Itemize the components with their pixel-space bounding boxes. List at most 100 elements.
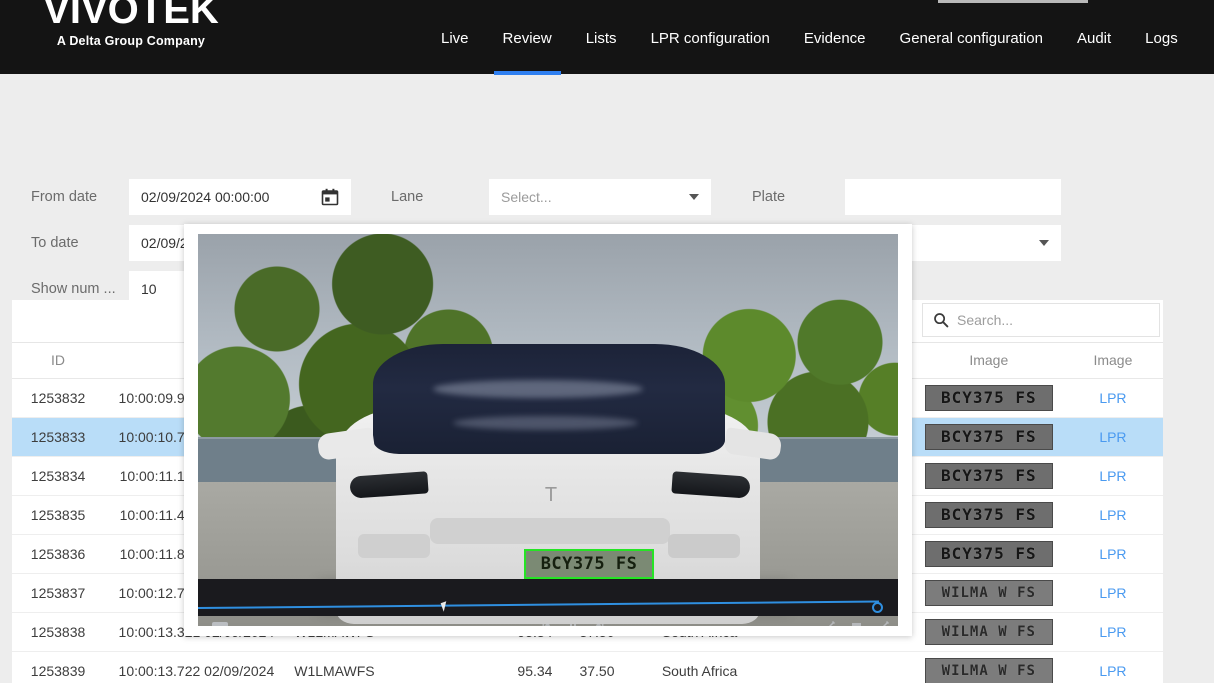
nav-item-general-configuration[interactable]: General configuration <box>883 30 1060 48</box>
image-viewer-modal[interactable]: T BCY375 FS <box>184 224 912 636</box>
plate-thumbnail-text: WILMA W FS <box>926 659 1052 683</box>
column-header-image-9[interactable]: Image <box>1063 343 1163 378</box>
cell-speed: 37.50 <box>562 651 624 683</box>
from-date-value: 02/09/2024 00:00:00 <box>141 188 321 206</box>
plate-thumbnail[interactable]: BCY375 FS <box>925 385 1053 411</box>
plate-thumbnail[interactable]: WILMA W FS <box>925 619 1053 645</box>
from-date-input[interactable]: 02/09/2024 00:00:00 <box>129 179 351 215</box>
cell-plate-image[interactable]: WILMA W FS <box>915 651 1063 683</box>
snapshot-icon[interactable] <box>823 620 836 626</box>
cell-id: 1253834 <box>12 456 104 495</box>
vehicle-emblem-icon: T <box>540 484 562 506</box>
plate-thumbnail-text: BCY375 FS <box>926 425 1052 449</box>
plate-thumbnail[interactable]: WILMA W FS <box>925 580 1053 606</box>
windshield <box>373 344 725 454</box>
cell-plate: W1LMAWFS <box>284 651 384 683</box>
cell-plate-image[interactable]: BCY375 FS <box>915 456 1063 495</box>
crop-icon[interactable] <box>850 620 863 626</box>
logo-wordmark: VIVOTEK <box>31 0 231 30</box>
table-search-input[interactable]: Search... <box>922 303 1160 337</box>
plate-thumbnail-text: BCY375 FS <box>926 542 1052 566</box>
column-header-id-0[interactable]: ID <box>12 343 104 378</box>
nav-item-lists[interactable]: Lists <box>569 30 634 48</box>
plate-label: Plate <box>752 188 785 206</box>
lpr-link[interactable]: LPR <box>1099 429 1126 445</box>
show-num-label: Show num ... <box>31 280 116 298</box>
top-navigation-bar: VIVOTEK A Delta Group Company LiveReview… <box>0 0 1214 74</box>
cell-lane <box>384 651 462 683</box>
plate-thumbnail-text: BCY375 FS <box>926 464 1052 488</box>
step-forward-icon[interactable] <box>594 622 604 626</box>
lpr-link[interactable]: LPR <box>1099 507 1126 523</box>
cell-lpr-link[interactable]: LPR <box>1063 456 1163 495</box>
cell-plate-image[interactable]: BCY375 FS <box>915 417 1063 456</box>
lane-placeholder: Select... <box>501 188 689 206</box>
video-progress-bar[interactable] <box>198 606 898 609</box>
pause-icon[interactable] <box>568 622 578 626</box>
nav-item-review[interactable]: Review <box>486 30 569 48</box>
plate-thumbnail-text: BCY375 FS <box>926 503 1052 527</box>
fullscreen-icon[interactable] <box>877 620 890 626</box>
plate-thumbnail-text: WILMA W FS <box>926 581 1052 605</box>
video-playback-controls[interactable] <box>542 622 604 626</box>
plate-input[interactable] <box>845 179 1061 215</box>
vehicle-snapshot-image[interactable]: T BCY375 FS <box>198 234 898 626</box>
cell-id: 1253837 <box>12 573 104 612</box>
nav-item-logs[interactable]: Logs <box>1128 30 1195 48</box>
cell-id: 1253838 <box>12 612 104 651</box>
detected-plate-text: BCY375 FS <box>541 554 638 574</box>
chevron-down-icon[interactable] <box>1039 240 1049 246</box>
plate-thumbnail[interactable]: BCY375 FS <box>925 463 1053 489</box>
snapshot-thumbnail-icon[interactable] <box>212 622 228 626</box>
lpr-link[interactable]: LPR <box>1099 624 1126 640</box>
viewer-tool-icons[interactable] <box>823 620 890 626</box>
nav-item-live[interactable]: Live <box>424 30 486 48</box>
nav-item-lpr-configuration[interactable]: LPR configuration <box>634 30 787 48</box>
cell-plate-image[interactable]: WILMA W FS <box>915 573 1063 612</box>
cell-lpr-link[interactable]: LPR <box>1063 495 1163 534</box>
cell-plate-image[interactable]: WILMA W FS <box>915 612 1063 651</box>
cell-lpr-link[interactable]: LPR <box>1063 573 1163 612</box>
lpr-link[interactable]: LPR <box>1099 585 1126 601</box>
nav-item-audit[interactable]: Audit <box>1060 30 1128 48</box>
cell-plate-image[interactable]: BCY375 FS <box>915 495 1063 534</box>
nav-item-evidence[interactable]: Evidence <box>787 30 883 48</box>
step-back-icon[interactable] <box>542 622 552 626</box>
cell-id: 1253832 <box>12 378 104 417</box>
cell-id: 1253839 <box>12 651 104 683</box>
plate-thumbnail-text: WILMA W FS <box>926 620 1052 644</box>
cell-lpr-link[interactable]: LPR <box>1063 417 1163 456</box>
cell-country: South Africa <box>625 651 775 683</box>
plate-thumbnail[interactable]: BCY375 FS <box>925 541 1053 567</box>
brand-logo[interactable]: VIVOTEK A Delta Group Company <box>31 0 231 49</box>
cell-lpr-link[interactable]: LPR <box>1063 612 1163 651</box>
cell-lpr-link[interactable]: LPR <box>1063 651 1163 683</box>
cell-plate-image[interactable]: BCY375 FS <box>915 378 1063 417</box>
main-nav: LiveReviewListsLPR configurationEvidence… <box>424 30 1195 74</box>
lpr-link[interactable]: LPR <box>1099 390 1126 406</box>
lane-label: Lane <box>391 188 423 206</box>
to-date-label: To date <box>31 234 79 252</box>
cell-plate-image[interactable]: BCY375 FS <box>915 534 1063 573</box>
cell-id: 1253833 <box>12 417 104 456</box>
calendar-icon[interactable] <box>321 188 339 206</box>
lpr-link[interactable]: LPR <box>1099 663 1126 679</box>
air-vent-right <box>668 534 740 558</box>
plate-thumbnail[interactable]: WILMA W FS <box>925 658 1053 683</box>
plate-thumbnail[interactable]: BCY375 FS <box>925 424 1053 450</box>
lpr-link[interactable]: LPR <box>1099 546 1126 562</box>
chevron-down-icon[interactable] <box>689 194 699 200</box>
plate-thumbnail[interactable]: BCY375 FS <box>925 502 1053 528</box>
progress-handle[interactable] <box>872 602 883 613</box>
cell-lpr-link[interactable]: LPR <box>1063 378 1163 417</box>
cell-camera <box>775 651 915 683</box>
column-header-image-8[interactable]: Image <box>915 343 1063 378</box>
table-row[interactable]: 125383910:00:13.722 02/09/2024W1LMAWFS95… <box>12 651 1163 683</box>
search-icon <box>933 312 949 328</box>
lpr-link[interactable]: LPR <box>1099 468 1126 484</box>
logo-tagline: A Delta Group Company <box>31 33 231 49</box>
cell-lpr-link[interactable]: LPR <box>1063 534 1163 573</box>
lane-select[interactable]: Select... <box>489 179 711 215</box>
front-grille <box>430 518 670 544</box>
windshield-glare <box>433 380 643 398</box>
